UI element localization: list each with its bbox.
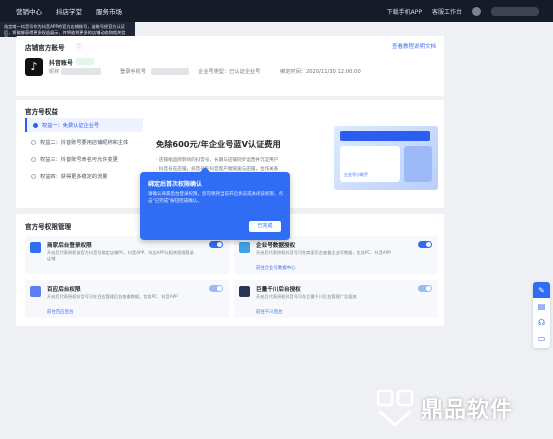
rights-item-2[interactable]: 权益二：抖音账号要用店铺昵称和主体 bbox=[25, 135, 143, 149]
rights-headline: 免除600元/年企业号蓝V认证费用 bbox=[156, 139, 281, 149]
rights-item-label: 权益二：抖音账号要用店铺昵称和主体 bbox=[40, 139, 129, 146]
permission-management-title: 官方号权限管理 bbox=[25, 223, 72, 231]
popup-body: 请确认商家后台登录权限，您可保持当前开启状态或关闭该权限，点击"已完成"按钮完成… bbox=[148, 192, 283, 204]
done-button[interactable]: 已完成 bbox=[249, 221, 281, 232]
promo-banner bbox=[340, 131, 430, 141]
perm-desc: 开启后代表授权抖音号可在巨量千川后台管理广告投放 bbox=[256, 294, 357, 299]
perm-desc: 开启后代表授权抖音号可在百应管理后台查看数据，包含PC、抖音APP bbox=[47, 294, 178, 299]
check-icon bbox=[31, 173, 36, 179]
download-app-link[interactable]: 下载手机APP bbox=[387, 7, 422, 16]
rights-item-label: 权益一：免费认证企业号 bbox=[42, 122, 100, 129]
watermark-logo-icon bbox=[376, 389, 414, 427]
book-icon[interactable]: ▤ bbox=[533, 298, 550, 314]
popup-title: 绑定后首次权限确认 bbox=[148, 181, 203, 188]
check-icon bbox=[33, 122, 38, 128]
check-icon bbox=[31, 139, 36, 145]
bind-time: 绑定时间：2020/11/30 12:00:00 bbox=[280, 69, 361, 75]
rights-item-label: 权益三：抖音账号命名可允许变更 bbox=[40, 156, 118, 163]
message-icon[interactable]: ▭ bbox=[533, 330, 550, 346]
qianchuan-toggle[interactable] bbox=[418, 285, 432, 292]
perm-enterprise-data: 企业号数据授权 开启后代表授权抖音号可在商家后台查看企业号数据，包含PC、抖音A… bbox=[234, 236, 438, 274]
watermark: 鼎品软件 bbox=[375, 388, 513, 428]
account-name: 抖音账号 bbox=[49, 60, 74, 67]
perm-desc: 开启后代表授权抖音号可在商家后台查看企业号数据，包含PC、抖音APP bbox=[256, 250, 391, 255]
topnav-right: 下载手机APP 客服工作台 bbox=[387, 6, 539, 16]
merchant-login-toggle[interactable] bbox=[209, 241, 223, 248]
phone-blurred bbox=[151, 68, 189, 75]
customer-service-link[interactable]: 客服工作台 bbox=[432, 7, 462, 16]
chat-icon[interactable]: ✎ bbox=[533, 282, 550, 298]
promo-side-box bbox=[404, 146, 432, 182]
nav-service-market[interactable]: 服务市场 bbox=[96, 6, 122, 16]
nickname-blurred bbox=[61, 68, 101, 75]
rights-list: 权益一：免费认证企业号 权益二：抖音账号要用店铺昵称和主体 权益三：抖音账号命名… bbox=[25, 118, 143, 186]
perm-baiying: 百应后台权限 开启后代表授权抖音号可在百应管理后台查看数据，包含PC、抖音APP… bbox=[25, 280, 229, 318]
top-navbar: 营销中心 抖店学堂 服务市场 下载手机APP 客服工作台 bbox=[0, 0, 553, 22]
rights-item-1[interactable]: 权益一：免费认证企业号 bbox=[25, 118, 143, 132]
perm-desc: 开启后代表授权该官方抖音号绑定店铺PC、抖音APP、抖店APP以相关权限登录店铺 bbox=[47, 250, 194, 261]
rights-item-label: 权益四：获得更多稳定的流量 bbox=[40, 173, 108, 180]
account-name-blurred bbox=[491, 6, 539, 16]
account-help-tooltip: 选定唯一抖音号作为抖音APP的官方店铺账号，该账号经官方认证后，将能够获得更多权… bbox=[0, 22, 135, 40]
perm-title: 企业号数据授权 bbox=[256, 243, 296, 249]
merchant-icon bbox=[30, 242, 41, 253]
check-icon bbox=[31, 156, 36, 162]
nav-marketing-center[interactable]: 营销中心 bbox=[16, 6, 42, 16]
perm-merchant-login: 商家后台登录权限 开启后代表授权该官方抖音号绑定店铺PC、抖音APP、抖店APP… bbox=[25, 236, 229, 274]
phone-label: 登录手机号 bbox=[120, 69, 146, 75]
promo-card: 企业号小助手 bbox=[340, 146, 400, 182]
perm-link[interactable]: 前往企业号数据中心 bbox=[256, 265, 296, 271]
promo-image: 企业号小助手 bbox=[334, 126, 438, 190]
perm-link[interactable]: 前往千川后台 bbox=[256, 309, 282, 315]
watermark-text: 鼎品软件 bbox=[421, 398, 514, 423]
enterprise-data-toggle[interactable] bbox=[418, 241, 432, 248]
qianchuan-icon bbox=[239, 286, 250, 297]
rights-bullet: · 店铺缩品牌影响的抖音号，长期与店铺同步运营并沉淀用户 bbox=[156, 158, 279, 163]
perm-qianchuan: 巨量千川后台授权 开启后代表授权抖音号可在巨量千川后台管理广告投放 前往千川后台 bbox=[234, 280, 438, 318]
account-nickname-label: 昵称 bbox=[49, 69, 60, 75]
perm-title: 商家后台登录权限 bbox=[47, 243, 92, 249]
floating-toolbar: ✎ ▤ ☊ ▭ bbox=[533, 282, 550, 348]
tiktok-logo-icon: ♪ bbox=[25, 58, 43, 76]
avatar[interactable] bbox=[472, 6, 481, 16]
baiying-icon bbox=[30, 286, 41, 297]
enterprise-type: 企业号类型：已认证企业号 bbox=[198, 69, 261, 75]
baiying-toggle[interactable] bbox=[209, 285, 223, 292]
nav-shop-academy[interactable]: 抖店学堂 bbox=[56, 6, 82, 16]
rights-item-4[interactable]: 权益四：获得更多稳定的流量 bbox=[25, 169, 143, 183]
help-icon[interactable]: ⓘ bbox=[76, 42, 82, 51]
perm-title: 百应后台权限 bbox=[47, 287, 81, 293]
promo-caption: 企业号小助手 bbox=[344, 172, 368, 177]
rights-title: 官方号权益 bbox=[25, 108, 58, 116]
perm-title: 巨量千川后台授权 bbox=[256, 287, 301, 293]
doc-link[interactable]: 查看教程说明文档 bbox=[392, 42, 436, 50]
official-account-title: 店铺官方账号 bbox=[25, 44, 65, 52]
rights-item-3[interactable]: 权益三：抖音账号命名可允许变更 bbox=[25, 152, 143, 166]
status-badge bbox=[76, 58, 94, 65]
official-account-card: 店铺官方账号 ⓘ 查看教程说明文档 ♪ 抖音账号 昵称 登录手机号 企业号类型：… bbox=[16, 36, 444, 96]
enterprise-data-icon bbox=[239, 242, 250, 253]
headset-icon[interactable]: ☊ bbox=[533, 314, 550, 330]
first-permission-popup: 绑定后首次权限确认 请确认商家后台登录权限，您可保持当前开启状态或关闭该权限，点… bbox=[140, 167, 290, 240]
perm-link[interactable]: 前往百应后台 bbox=[47, 309, 73, 315]
